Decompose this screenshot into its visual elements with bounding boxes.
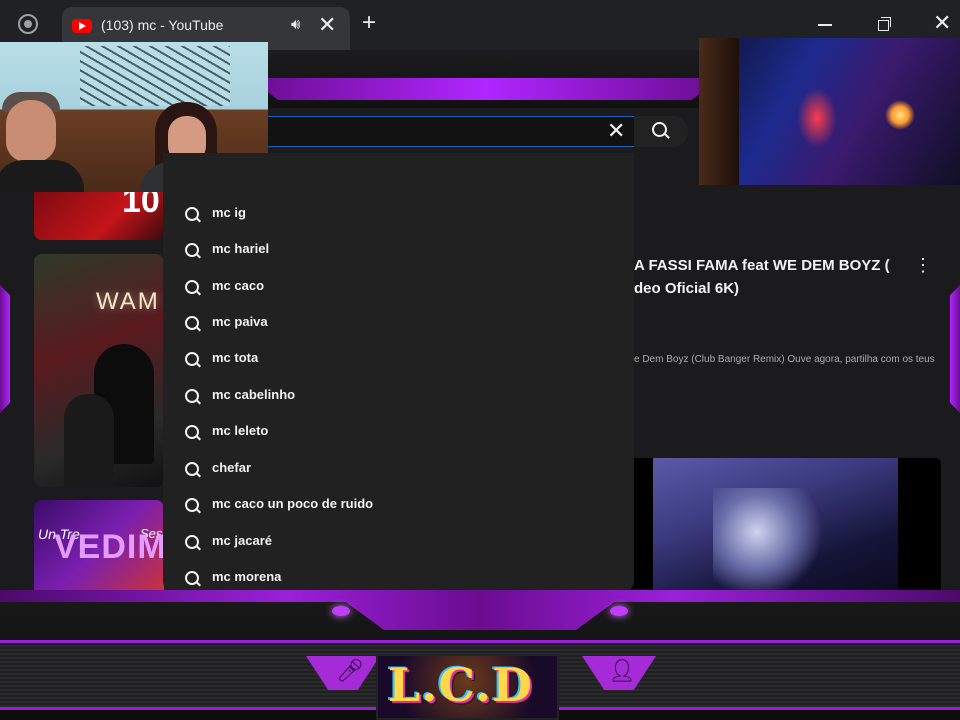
search-suggestion[interactable]: mc leleto [163,413,634,449]
search-button[interactable] [634,116,688,147]
search-icon [185,535,199,549]
browser-app-icon[interactable] [18,14,38,34]
host-body [0,160,84,192]
suggestion-text: mc caco un poco de ruido [212,496,374,511]
neon-orb [610,606,628,616]
search-input[interactable] [260,116,634,147]
neon-orb [332,606,350,616]
search-icon [185,352,199,366]
search-icon [652,122,667,137]
suggestion-text: mc morena [212,569,282,584]
microphone-icon: 🎤︎ [336,658,364,683]
suggestion-text: mc leleto [212,423,269,438]
thumbnail-person [64,394,114,487]
webcam-feed-room [699,38,960,185]
search-icon [185,462,199,476]
search-suggestion[interactable]: mc hariel [163,231,634,267]
search-icon [185,571,199,585]
search-suggestion[interactable]: mc ig [163,195,634,231]
logo-text: L.C.D [388,658,534,712]
host-face [6,100,56,162]
user-icon: 👤︎ [608,658,636,683]
search-suggestion[interactable]: mc tota [163,340,634,376]
suggestion-text: mc hariel [212,241,270,256]
speaker-icon[interactable]: 🔊︎ [291,16,300,33]
search-suggestion[interactable]: chefar [163,450,634,486]
search-suggestion[interactable]: mc caco [163,268,634,304]
video-thumbnail[interactable]: 10 [34,182,164,240]
search-icon [185,280,199,294]
suggestion-text: mc cabelinho [212,387,296,402]
search-icon [185,389,199,403]
search-icon [185,243,199,257]
search-suggestion[interactable]: mc paiva [163,304,634,340]
video-title-line: deo Oficial 6K) [634,280,740,297]
more-options-icon[interactable]: ⋮ [914,255,932,276]
overlay-side-bar-left [0,285,10,413]
new-tab-button[interactable]: + [362,9,376,37]
suggestion-text: mc jacaré [212,533,272,548]
thumbnail-text: WAM [96,288,160,315]
tab-title: (103) mc - YouTube [101,17,224,33]
search-suggestion[interactable]: mc jacaré [163,523,634,559]
red-light [797,88,837,148]
search-icon [185,425,199,439]
suggestion-text: mc ig [212,205,246,220]
video-clip-overlay [609,458,941,603]
window-restore-button[interactable] [878,17,891,31]
wall-art [80,46,230,106]
lamp-light [885,100,915,130]
overlay-neon-strip [0,590,960,630]
video-title-line: A FASSI FAMA feat WE DEM BOYZ ( [634,257,890,274]
room-wall [699,38,739,185]
video-thumbnail[interactable]: WAM [34,254,164,487]
window-close-button[interactable]: ✕ [933,10,951,36]
search-icon [185,207,199,221]
search-suggestions-dropdown: mc ig mc hariel mc caco mc paiva mc tota… [163,153,634,593]
video-thumbnail[interactable]: Un Tre Ses VEDIM [34,500,164,595]
video-title[interactable]: A FASSI FAMA feat WE DEM BOYZ ( deo Ofic… [634,254,890,300]
overlay-side-bar-right [950,285,960,413]
search-clear-icon[interactable]: ✕ [607,118,625,144]
thumbnail-text: VEDIM [54,528,164,566]
search-suggestion[interactable]: mc cabelinho [163,377,634,413]
suggestion-text: mc caco [212,278,265,293]
tab-close-icon[interactable]: ✕ [318,12,336,38]
search-suggestion[interactable]: mc caco un poco de ruido [163,486,634,522]
video-clip-frame [653,458,898,603]
search-icon [185,316,199,330]
window-minimize-button[interactable] [818,24,832,26]
search-icon [185,498,199,512]
channel-logo: L.C.D [376,654,559,720]
youtube-icon [72,19,92,33]
video-description: e Dem Boyz (Club Banger Remix) Ouve agor… [634,354,935,365]
suggestion-text: chefar [212,460,252,475]
suggestion-text: mc tota [212,350,259,365]
suggestion-text: mc paiva [212,314,268,329]
